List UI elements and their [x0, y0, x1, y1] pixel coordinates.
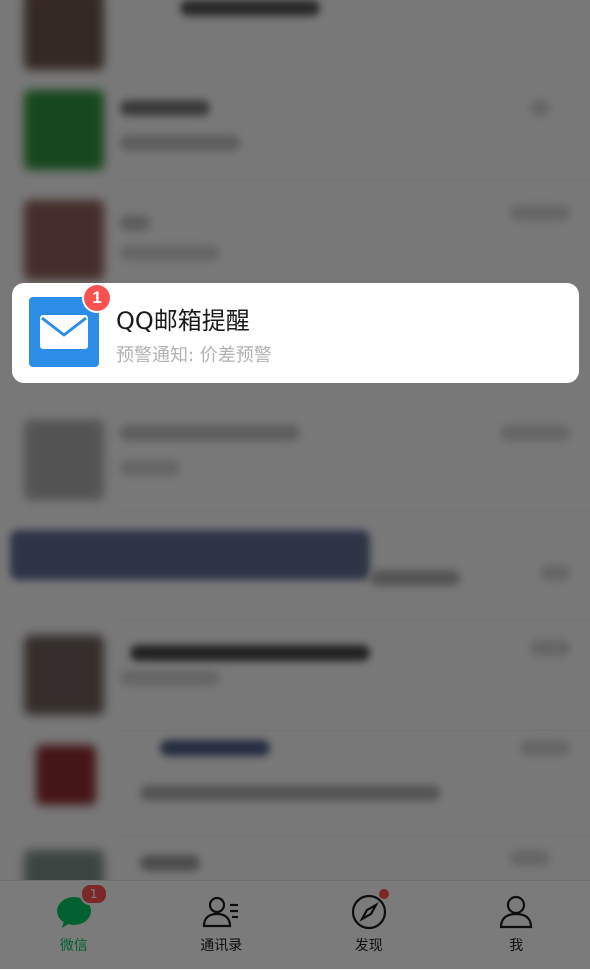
chat-preview: 预警通知: 价差预警 — [116, 341, 272, 367]
highlighted-chat-item[interactable]: 1 QQ邮箱提醒 预警通知: 价差预警 — [12, 283, 579, 383]
unread-badge: 1 — [84, 285, 110, 311]
mail-envelope-icon — [39, 314, 89, 350]
dim-overlay — [0, 0, 590, 969]
chat-title: QQ邮箱提醒 — [116, 301, 250, 336]
